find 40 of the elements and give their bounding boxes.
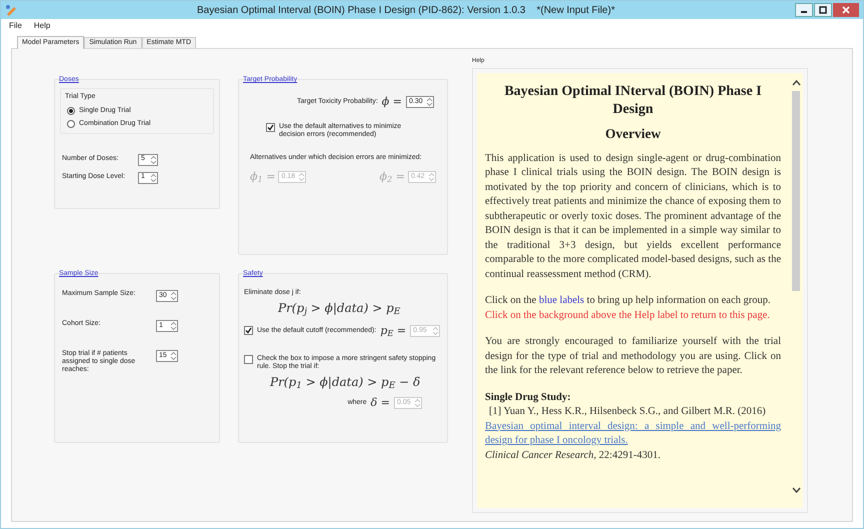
radio-button[interactable] xyxy=(67,106,75,115)
help-heading: Bayesian Optimal INterval (BOIN) Phase I Design xyxy=(503,83,763,119)
maximize-button[interactable] xyxy=(814,3,832,17)
math-symbol: p$_{E}$ = xyxy=(380,322,406,339)
reference-link[interactable]: Bayesian optimal interval design: a simple and well-performing design for phase I oncology trials. xyxy=(485,420,781,448)
close-icon xyxy=(842,6,850,14)
help-subheading: Overview xyxy=(604,127,662,142)
math-symbol: ϕ$_{2}$ = xyxy=(380,169,405,186)
math-formula: Pr(p$_{1}$ > ϕ|data) > p$_{E}$ − δ xyxy=(268,374,422,391)
help-paragraph: You are strongly encouraged to familiarize yourself with the trial design for the type of trial and methodology you are using. Click on the link for the relevant reference below to retrieve the paper. xyxy=(485,335,781,378)
help-section-title: Single Drug Study: xyxy=(485,390,572,404)
window-title: Bayesian Optimal Interval (BOIN) Phase I Design (PID-862): Version 1.0.3 *(New Input File)* xyxy=(196,4,616,18)
help-link[interactable]: blue labels xyxy=(538,295,584,306)
menu-item[interactable]: Help xyxy=(34,20,50,32)
help-warning: Click on the background above the Help label to return to this page. xyxy=(485,308,771,322)
scroll-down-icon[interactable] xyxy=(792,486,800,494)
checkbox[interactable] xyxy=(266,122,275,132)
menu-item[interactable]: File xyxy=(9,20,22,32)
minimize-button[interactable] xyxy=(795,3,813,17)
spin-arrows-icon[interactable] xyxy=(170,351,177,361)
help-paragraph: This application is used to design single-agent or drug-combination phase I clinical trials using the BOIN design. The BOIN design is motivated by the top priority and concern of clinicians, which is to effectively treat patients and minimize the chance of exposing them to subtherapeutic or overly toxic doses. The prominent advantage of the BOIN design is that it can be implemented in a simple way similar to the traditional 3+3 design, but yields excellent performance comparable to the more complicated model-based designs, such as the continual reassessment method (CRM). xyxy=(485,152,781,282)
help-paragraph: Click on the blue labels to bring up help information on each group. xyxy=(485,294,772,308)
checkbox[interactable] xyxy=(244,355,253,364)
spin-arrows-icon[interactable] xyxy=(426,97,433,108)
scroll-up-icon[interactable] xyxy=(792,79,800,87)
reference-journal: Clinical Cancer Research, 22:4291-4301. xyxy=(485,448,662,462)
math-symbol: ϕ = xyxy=(382,94,402,110)
close-button[interactable] xyxy=(833,3,859,17)
spin-arrows-icon[interactable] xyxy=(170,321,177,331)
maximize-icon xyxy=(819,6,827,14)
scrollbar-thumb[interactable] xyxy=(792,91,800,291)
app-icon xyxy=(5,4,17,16)
spin-arrows-icon[interactable] xyxy=(170,291,177,301)
spin-arrows-icon[interactable] xyxy=(150,154,157,164)
math-formula: Pr(p$_{j}$ > ϕ|data) > p$_{E}$ xyxy=(276,300,402,316)
radio-button[interactable] xyxy=(67,120,75,128)
math-symbol: δ = xyxy=(370,395,390,411)
spin-arrows-icon[interactable] xyxy=(150,172,157,182)
reference-text: [1] Yuan Y., Hess K.R., Hilsenbeck S.G., and Gilbert M.R. (2016) xyxy=(488,405,767,419)
math-symbol: ϕ$_{1}$ = xyxy=(250,169,276,186)
